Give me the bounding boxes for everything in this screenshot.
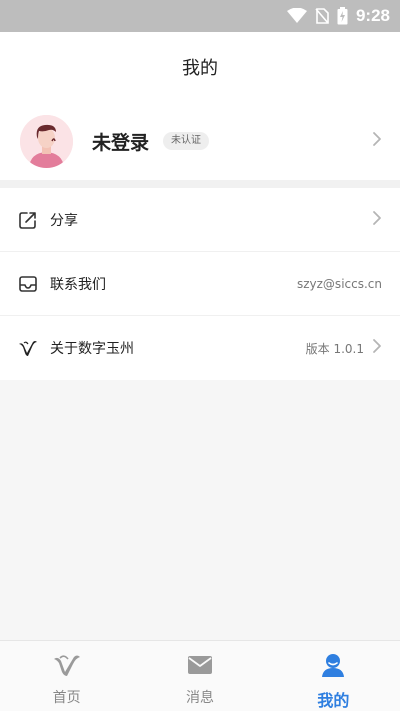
avatar[interactable]	[20, 114, 73, 168]
chevron-right-icon	[372, 131, 382, 151]
user-avatar-icon	[20, 114, 73, 168]
settings-menu: 分享 联系我们 szyz@siccs.cn 关于数字玉州 版本 1.0.1	[0, 188, 400, 380]
contact-email: szyz@siccs.cn	[296, 276, 382, 291]
profile-icon	[320, 653, 346, 681]
tab-label: 首页	[52, 690, 81, 706]
profile-name: 未登录	[92, 131, 150, 154]
menu-item-label: 分享	[50, 212, 78, 229]
menu-item-contact[interactable]: 联系我们 szyz@siccs.cn	[0, 252, 400, 316]
chevron-right-icon	[372, 338, 382, 358]
tab-profile[interactable]: 我的	[267, 641, 400, 711]
section-divider	[0, 180, 400, 188]
status-badge: 未认证	[163, 132, 210, 150]
status-bar: 9:28	[0, 0, 400, 32]
menu-item-share[interactable]: 分享	[0, 188, 400, 252]
battery-charging-icon	[337, 7, 348, 25]
tab-messages[interactable]: 消息	[133, 641, 266, 711]
no-sim-icon	[315, 8, 329, 24]
profile-row[interactable]: 未登录 未认证	[0, 102, 400, 180]
menu-item-label: 联系我们	[50, 276, 106, 293]
tab-home[interactable]: 首页	[0, 641, 133, 711]
status-time: 9:28	[355, 6, 390, 25]
tab-label: 消息	[185, 690, 214, 706]
mail-icon	[18, 274, 38, 294]
chevron-right-icon	[372, 210, 382, 230]
app-logo-icon	[18, 338, 38, 358]
menu-item-about[interactable]: 关于数字玉州 版本 1.0.1	[0, 316, 400, 380]
page-header: 我的	[0, 32, 400, 102]
page-title: 我的	[182, 58, 218, 79]
app-version: 版本 1.0.1	[305, 341, 364, 356]
home-logo-icon	[52, 653, 82, 681]
message-icon	[187, 653, 213, 681]
tab-label: 我的	[317, 691, 350, 710]
share-icon	[18, 210, 38, 230]
bottom-tab-bar: 首页 消息 我的	[0, 640, 400, 711]
wifi-icon	[286, 8, 307, 23]
menu-item-label: 关于数字玉州	[50, 341, 134, 357]
